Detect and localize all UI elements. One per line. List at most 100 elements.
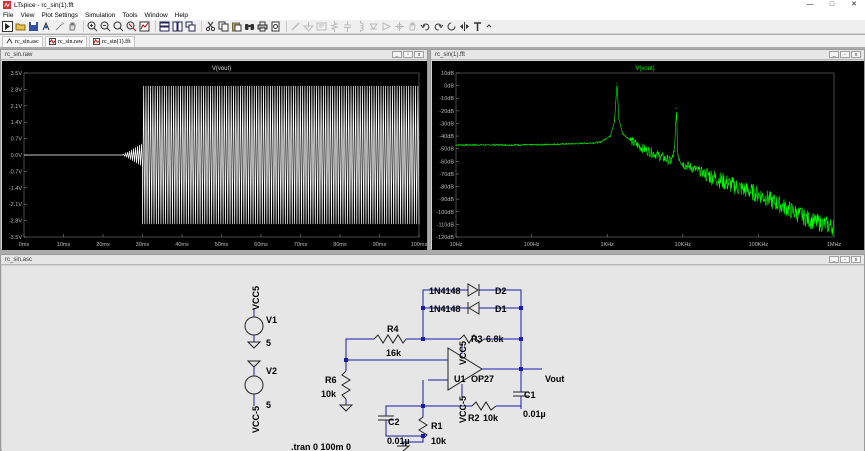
capacitor-icon[interactable] — [342, 21, 353, 32]
vcc5-opamp-net-label: VCC5 — [458, 341, 468, 365]
close-button[interactable]: x — [851, 256, 861, 263]
autorange-icon[interactable] — [139, 21, 150, 32]
minimize-button[interactable]: _ — [829, 51, 839, 58]
find-icon[interactable] — [244, 21, 255, 32]
fft-plot-area[interactable]: V(vout) 10dB 0dB -10dB -20dB -30dB -40dB -50dB -… — [432, 61, 864, 250]
move-icon[interactable] — [394, 21, 405, 32]
u1-value-label: OP27 — [471, 374, 494, 384]
raw-plot-area[interactable]: V(vout) 3.5V 2.8V 2.1V 1.4V 0.7V 0.0V -0.7V -1.4… — [2, 61, 428, 250]
menu-help[interactable]: Help — [175, 12, 188, 19]
wire[interactable] — [484, 338, 522, 379]
tile-horizontal-icon[interactable] — [159, 21, 170, 32]
v2-source-symbol[interactable] — [244, 375, 264, 395]
open-icon[interactable] — [15, 21, 26, 32]
fft-icon — [93, 38, 100, 45]
print-preview-icon[interactable] — [270, 21, 281, 32]
close-button[interactable]: x — [851, 51, 861, 58]
restore-button[interactable]: ▫ — [403, 51, 413, 58]
zoom-in-icon[interactable] — [87, 21, 98, 32]
wire-icon[interactable] — [290, 21, 301, 32]
circuit-schematic[interactable]: VCC5 V1 5 V2 5 VCC-5 1N4148 D2 1N4148 D1… — [2, 266, 864, 451]
restore-button[interactable]: ▫ — [840, 256, 850, 263]
vout-trace[interactable] — [24, 85, 420, 225]
component-icon[interactable] — [381, 21, 392, 32]
schematic-canvas[interactable]: VCC5 V1 5 V2 5 VCC-5 1N4148 D2 1N4148 D1… — [2, 266, 864, 451]
inductor-icon[interactable] — [355, 21, 366, 32]
tab-rc-sin-asc[interactable]: rc_sin.asc — [2, 35, 43, 47]
y-tick-label: 0.0V — [11, 153, 23, 159]
wire[interactable] — [345, 338, 374, 360]
wire[interactable] — [385, 380, 424, 416]
cascade-icon[interactable] — [185, 21, 196, 32]
v1-source-symbol[interactable] — [244, 316, 264, 336]
r6-resistor-symbol[interactable] — [341, 370, 351, 400]
tab-rc-sin-raw[interactable]: rc_sin.raw — [44, 35, 87, 47]
minimize-button[interactable]: _ — [829, 256, 839, 263]
fft-point — [616, 82, 618, 84]
fft-point — [632, 141, 634, 143]
wire[interactable] — [496, 396, 522, 407]
drag-icon[interactable] — [407, 21, 418, 32]
y-tick-label: -20dB — [439, 109, 454, 115]
run-icon[interactable] — [2, 21, 13, 32]
control-panel-icon[interactable] — [41, 21, 52, 32]
zoom-fit-icon[interactable] — [113, 21, 124, 32]
save-icon[interactable] — [28, 21, 39, 32]
menu-window[interactable]: Window — [145, 12, 168, 19]
menu-simulation[interactable]: Simulation — [85, 12, 115, 19]
menu-file[interactable]: File — [3, 12, 13, 19]
fft-point — [576, 143, 578, 145]
fft-point — [455, 144, 457, 146]
x-tick-label: 1KHz — [600, 242, 614, 248]
d2-diode-symbol[interactable] — [467, 283, 480, 297]
tile-vertical-icon[interactable] — [172, 21, 183, 32]
maximize-button[interactable]: □ — [821, 0, 843, 10]
toolbar-separator — [83, 21, 84, 32]
minimize-button[interactable]: _ — [392, 51, 402, 58]
menu-view[interactable]: View — [20, 12, 34, 19]
minimize-button[interactable]: — — [799, 0, 821, 10]
zoom-cancel-icon[interactable] — [126, 21, 137, 32]
diode-icon[interactable] — [368, 21, 379, 32]
close-button[interactable]: x — [414, 51, 424, 58]
paste-icon[interactable] — [231, 21, 242, 32]
rotate-icon[interactable] — [446, 21, 457, 32]
ground-icon[interactable] — [303, 21, 314, 32]
zoom-out-icon[interactable] — [100, 21, 111, 32]
junction-dot — [421, 306, 425, 310]
mirror-icon[interactable] — [459, 21, 470, 32]
spice-directive[interactable]: .tran 0 100m 0 — [291, 442, 351, 451]
d1-diode-symbol[interactable] — [467, 301, 480, 315]
y-tick-label: -1.4V — [9, 186, 22, 192]
y-tick-label: 0dB — [444, 84, 454, 90]
wire[interactable] — [422, 289, 468, 339]
redo-icon[interactable] — [433, 21, 444, 32]
fft-window[interactable]: rc_sin(1).fft _ ▫ x V(vout) 10dB 0dB -10dB -… — [430, 49, 865, 250]
r4-resistor-symbol[interactable] — [373, 334, 407, 344]
cut-icon[interactable] — [205, 21, 216, 32]
wire[interactable] — [479, 289, 522, 339]
copy-icon[interactable] — [218, 21, 229, 32]
wand-icon[interactable] — [54, 21, 65, 32]
text-icon[interactable] — [472, 21, 483, 32]
transient-chart[interactable]: V(vout) 3.5V 2.8V 2.1V 1.4V 0.7V 0.0V -0.7V -1.4… — [2, 61, 428, 250]
fft-point — [682, 163, 684, 165]
close-button[interactable]: ✕ — [843, 0, 865, 10]
window-controls: — □ ✕ — [799, 0, 865, 10]
undo-icon[interactable] — [420, 21, 431, 32]
schematic-window[interactable]: rc_sin.asc _ ▫ x VCC5 V1 5 V2 5 VCC-5 1N… — [0, 254, 865, 451]
menu-tools[interactable]: Tools — [122, 12, 137, 19]
restore-button[interactable]: ▫ — [840, 51, 850, 58]
resistor-icon[interactable] — [329, 21, 340, 32]
menu-plot-settings[interactable]: Plot Settings — [41, 12, 78, 19]
spice-directive-icon[interactable] — [485, 21, 496, 32]
hand-icon[interactable] — [67, 21, 78, 32]
tab-rc-sin-fft[interactable]: rc_sin(1).fft — [89, 35, 135, 47]
print-icon[interactable] — [257, 21, 268, 32]
raw-waveform-window[interactable]: rc_sin.raw _ ▫ x V(vout) 3.5V 2.8V 2.1V 1.4V… — [0, 49, 428, 250]
r2-resistor-symbol[interactable] — [471, 401, 497, 411]
y-tick-label: -80dB — [439, 185, 454, 191]
fft-chart[interactable]: V(vout) 10dB 0dB -10dB -20dB -30dB -40dB -50dB -… — [432, 61, 864, 250]
fft-trace[interactable] — [455, 85, 835, 236]
label-icon[interactable] — [316, 21, 327, 32]
